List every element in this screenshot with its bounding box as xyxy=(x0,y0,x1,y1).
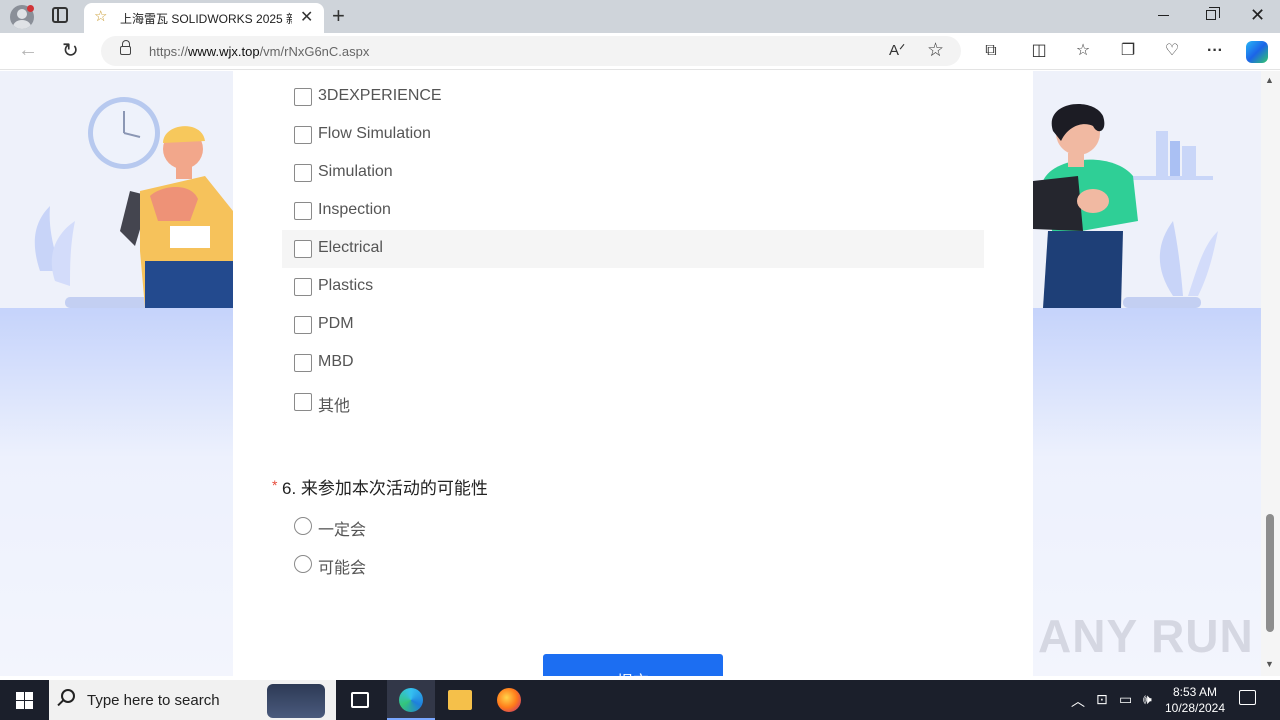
copilot-icon[interactable] xyxy=(1246,41,1268,63)
checkbox[interactable] xyxy=(294,393,312,411)
checkbox[interactable] xyxy=(294,240,312,258)
tray-app-icon[interactable]: ⊡ xyxy=(1096,691,1108,708)
task-view-icon[interactable] xyxy=(351,692,369,708)
taskbar-search-box[interactable]: Type here to search xyxy=(49,680,336,720)
url-text[interactable]: https://www.wjx.top/vm/rNxG6nC.aspx xyxy=(149,44,369,59)
firefox-icon[interactable] xyxy=(497,688,521,712)
option-label: Inspection xyxy=(318,201,391,218)
radio-button[interactable] xyxy=(294,555,312,573)
address-bar[interactable]: https://www.wjx.top/vm/rNxG6nC.aspx Aᐟ ☆ xyxy=(101,36,961,66)
radio-option-definitely[interactable]: 一定会 xyxy=(282,507,984,545)
checkbox-option-mbd[interactable]: MBD xyxy=(282,344,984,382)
option-label: MBD xyxy=(318,353,354,370)
checkbox-option-inspection[interactable]: Inspection xyxy=(282,192,984,230)
browser-tab-bar: ☆ 上海雷瓦 SOLIDWORKS 2025 新产 ✕ + ✕ xyxy=(0,0,1280,33)
edge-taskbar-button[interactable] xyxy=(387,680,435,720)
checkbox[interactable] xyxy=(294,278,312,296)
checkbox-option-pdm[interactable]: PDM xyxy=(282,306,984,344)
windows-start-icon[interactable] xyxy=(16,692,33,709)
window-minimize-button[interactable] xyxy=(1158,15,1169,16)
browser-essentials-icon[interactable]: ♡ xyxy=(1162,41,1182,61)
network-icon[interactable]: ▭ xyxy=(1119,691,1132,708)
checkbox[interactable] xyxy=(294,316,312,334)
add-favorite-star-icon[interactable]: ☆ xyxy=(927,39,944,62)
split-screen-icon[interactable]: ◫ xyxy=(1029,41,1049,61)
checkbox[interactable] xyxy=(294,202,312,220)
profile-notification-dot xyxy=(27,5,34,12)
taskbar-clock[interactable]: 8:53 AM 10/28/2024 xyxy=(1158,684,1232,716)
option-label: PDM xyxy=(318,315,354,332)
question-title: 6. 来参加本次活动的可能性 xyxy=(282,479,488,498)
clock-date: 10/28/2024 xyxy=(1164,701,1226,715)
radio-button[interactable] xyxy=(294,517,312,535)
scroll-up-arrow-icon[interactable]: ▲ xyxy=(1265,75,1274,85)
more-menu-icon[interactable]: ··· xyxy=(1205,41,1225,61)
survey-card: 3DEXPERIENCE Flow Simulation Simulation … xyxy=(233,71,1033,676)
clock-time: 8:53 AM xyxy=(1172,685,1218,699)
collections-icon[interactable]: ❐ xyxy=(1118,41,1138,61)
window-close-button[interactable]: ✕ xyxy=(1250,5,1265,26)
checkbox-option-3dexperience[interactable]: 3DEXPERIENCE xyxy=(282,78,984,116)
search-placeholder: Type here to search xyxy=(87,692,220,709)
favorite-star-icon: ☆ xyxy=(94,8,108,25)
tab-title: 上海雷瓦 SOLIDWORKS 2025 新产 xyxy=(120,12,292,26)
checkbox[interactable] xyxy=(294,354,312,372)
tab-actions-icon[interactable] xyxy=(52,7,68,23)
scrollbar-thumb[interactable] xyxy=(1266,514,1274,632)
read-aloud-icon[interactable]: Aᐟ xyxy=(889,41,905,59)
refresh-icon[interactable]: ↻ xyxy=(62,38,79,63)
page-viewport: 3DEXPERIENCE Flow Simulation Simulation … xyxy=(0,71,1261,676)
option-label: 其他 xyxy=(318,398,351,415)
notifications-icon[interactable] xyxy=(1239,690,1256,705)
scroll-down-arrow-icon[interactable]: ▼ xyxy=(1265,659,1274,669)
option-label: 一定会 xyxy=(318,522,367,539)
option-label: Electrical xyxy=(318,239,383,256)
active-tab[interactable]: ☆ 上海雷瓦 SOLIDWORKS 2025 新产 ✕ xyxy=(84,3,324,33)
checkbox-option-plastics[interactable]: Plastics xyxy=(282,268,984,306)
back-arrow-icon[interactable]: ← xyxy=(18,39,38,62)
browser-toolbar: ← ↻ https://www.wjx.top/vm/rNxG6nC.aspx … xyxy=(0,33,1280,70)
show-hidden-icons-chevron-icon[interactable]: ︿ xyxy=(1071,691,1085,711)
page-scrollbar[interactable]: ▲ ▼ xyxy=(1261,71,1280,676)
checkbox[interactable] xyxy=(294,126,312,144)
right-illustration xyxy=(1033,104,1218,308)
option-label: Simulation xyxy=(318,163,393,180)
tab-close-icon[interactable]: ✕ xyxy=(300,7,313,27)
option-label: Flow Simulation xyxy=(318,125,431,142)
search-icon xyxy=(61,689,75,703)
option-label: 可能会 xyxy=(318,560,367,577)
window-restore-button[interactable] xyxy=(1206,7,1220,20)
search-highlight-image xyxy=(267,684,325,718)
file-explorer-icon[interactable] xyxy=(448,690,472,710)
checkbox-option-flow-simulation[interactable]: Flow Simulation xyxy=(282,116,984,154)
checkbox-option-other[interactable]: 其他 xyxy=(282,383,984,421)
checkbox-option-electrical[interactable]: Electrical xyxy=(282,230,984,268)
watermark-logo: ANY RUN xyxy=(1038,610,1254,662)
submit-button[interactable]: 提交 xyxy=(543,654,723,676)
volume-icon[interactable]: 🕪 xyxy=(1143,691,1152,708)
option-label: Plastics xyxy=(318,277,374,294)
required-marker: * xyxy=(272,477,278,493)
checkbox[interactable] xyxy=(294,164,312,182)
lock-icon[interactable] xyxy=(120,40,131,55)
favorites-icon[interactable]: ☆ xyxy=(1073,41,1093,61)
edge-icon xyxy=(399,688,423,712)
new-tab-button[interactable]: + xyxy=(332,3,345,29)
checkbox-option-simulation[interactable]: Simulation xyxy=(282,154,984,192)
option-label: 3DEXPERIENCE xyxy=(318,87,442,104)
windows-taskbar: Type here to search ︿ ⊡ ▭ 🕪 8:53 AM 10/2… xyxy=(0,680,1280,720)
radio-option-maybe[interactable]: 可能会 xyxy=(282,545,984,583)
extensions-puzzle-icon[interactable]: ⧉ xyxy=(981,41,1001,61)
checkbox[interactable] xyxy=(294,88,312,106)
left-illustration xyxy=(34,97,233,308)
